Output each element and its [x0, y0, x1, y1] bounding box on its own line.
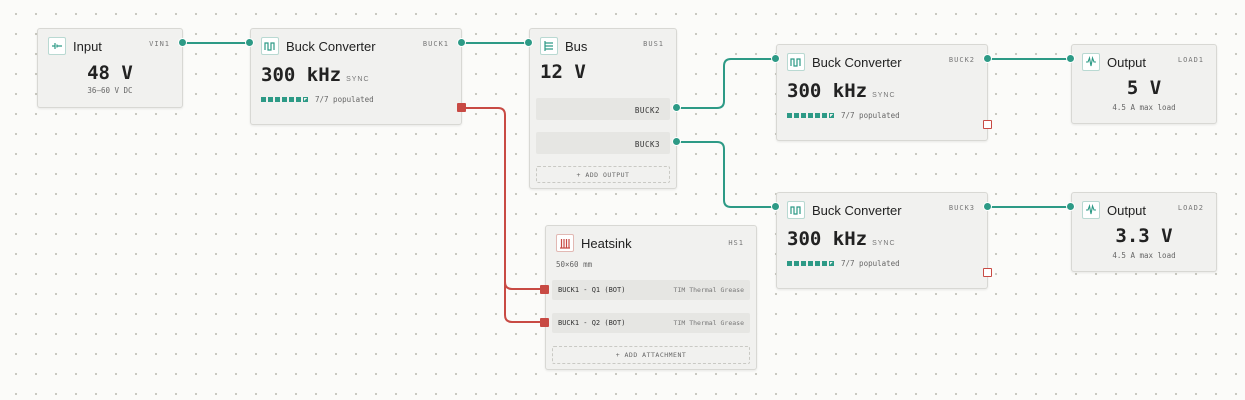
- load2-voltage: 3.3 V: [1115, 225, 1173, 247]
- buck1-ref: BUCK1: [422, 40, 449, 48]
- buck2-input-port[interactable]: [771, 54, 780, 63]
- attachment-part: BUCK1 - Q1 (BOT): [558, 286, 626, 294]
- vin1-output-port[interactable]: [178, 38, 187, 47]
- load2-input-port[interactable]: [1066, 202, 1075, 211]
- input-title: Input: [73, 38, 102, 54]
- buck3-frequency: 300 kHz SYNC: [787, 228, 896, 250]
- wire-thermal-q2: [504, 282, 545, 323]
- buck3-mode: SYNC: [872, 240, 896, 247]
- buck1-output-port[interactable]: [457, 38, 466, 47]
- load-waveform-icon: [1082, 53, 1100, 71]
- buck2-mode: SYNC: [872, 92, 896, 99]
- heatsink-attachment-q2[interactable]: BUCK1 - Q2 (BOT) TIM Thermal Grease: [552, 313, 750, 333]
- bus-output-label: BUCK3: [634, 140, 660, 149]
- buck1-title: Buck Converter: [286, 38, 376, 54]
- buck2-frequency: 300 kHz SYNC: [787, 80, 896, 102]
- load-waveform-icon: [1082, 201, 1100, 219]
- heatsink-attachment-q1[interactable]: BUCK1 - Q1 (BOT) TIM Thermal Grease: [552, 280, 750, 300]
- load2-node[interactable]: Output LOAD2 3.3 V 4.5 A max load: [1071, 192, 1217, 272]
- input-voltage: 48 V: [87, 62, 133, 84]
- load1-title: Output: [1107, 54, 1147, 70]
- wire-bus-buck3: [677, 141, 776, 208]
- buck2-node[interactable]: Buck Converter BUCK2 300 kHz SYNC 7/7 pop…: [776, 44, 988, 141]
- dc-source-icon: [48, 37, 66, 55]
- load1-input-port[interactable]: [1066, 54, 1075, 63]
- load1-max-load: 4.5 A max load: [1112, 103, 1176, 112]
- buck3-ref: BUCK3: [948, 204, 975, 212]
- load1-ref: LOAD1: [1177, 56, 1204, 64]
- buck1-frequency: 300 kHz SYNC: [261, 64, 370, 86]
- heatsink-icon: [556, 234, 574, 252]
- bus-title: Bus: [565, 38, 588, 54]
- input-range: 36–60 V DC: [87, 86, 133, 95]
- attachment-part: BUCK1 - Q2 (BOT): [558, 319, 626, 327]
- buck3-populated: 7/7 populated: [787, 259, 900, 268]
- buck2-populated: 7/7 populated: [787, 111, 900, 120]
- switching-waveform-icon: [787, 201, 805, 219]
- bus-output-row-buck2[interactable]: BUCK2: [536, 98, 670, 120]
- buck2-title: Buck Converter: [812, 54, 902, 70]
- buck1-thermal-port[interactable]: [457, 103, 466, 112]
- attachment-tim: TIM Thermal Grease: [673, 286, 744, 294]
- bus-buck2-port[interactable]: [672, 103, 681, 112]
- heatsink-node[interactable]: Heatsink HS1 50×60 mm BUCK1 - Q1 (BOT) T…: [545, 225, 757, 370]
- load1-voltage: 5 V: [1126, 77, 1162, 99]
- bus-buck3-port[interactable]: [672, 137, 681, 146]
- heatsink-thermal-port-q1[interactable]: [540, 285, 549, 294]
- bus-input-port[interactable]: [524, 38, 533, 47]
- buck1-mode: SYNC: [346, 76, 370, 83]
- switching-waveform-icon: [261, 37, 279, 55]
- heatsink-title: Heatsink: [581, 235, 632, 251]
- buck2-ref: BUCK2: [948, 56, 975, 64]
- bus-node[interactable]: Bus BUS1 12 V BUCK2 BUCK3 + ADD OUTPUT: [529, 28, 677, 189]
- attachment-tim: TIM Thermal Grease: [673, 319, 744, 327]
- bus-output-row-buck3[interactable]: BUCK3: [536, 132, 670, 154]
- bus-output-label: BUCK2: [634, 106, 660, 115]
- load2-ref: LOAD2: [1177, 204, 1204, 212]
- load2-max-load: 4.5 A max load: [1112, 251, 1176, 260]
- input-node[interactable]: Input VIN1 48 V 36–60 V DC: [37, 28, 183, 108]
- buck1-populated: 7/7 populated: [261, 95, 374, 104]
- buck3-input-port[interactable]: [771, 202, 780, 211]
- add-attachment-button[interactable]: + ADD ATTACHMENT: [552, 346, 750, 364]
- switching-waveform-icon: [787, 53, 805, 71]
- buck3-output-port[interactable]: [983, 202, 992, 211]
- heatsink-thermal-port-q2[interactable]: [540, 318, 549, 327]
- buck1-input-port[interactable]: [245, 38, 254, 47]
- heatsink-size: 50×60 mm: [556, 260, 593, 269]
- heatsink-ref: HS1: [728, 239, 744, 247]
- bus-ref: BUS1: [643, 40, 664, 48]
- add-output-button[interactable]: + ADD OUTPUT: [536, 166, 670, 183]
- buck1-node[interactable]: Buck Converter BUCK1 300 kHz SYNC 7/7 pop…: [250, 28, 462, 125]
- buck3-node[interactable]: Buck Converter BUCK3 300 kHz SYNC 7/7 pop…: [776, 192, 988, 289]
- buck3-thermal-port[interactable]: [983, 268, 992, 277]
- buck2-thermal-port[interactable]: [983, 120, 992, 129]
- buck2-output-port[interactable]: [983, 54, 992, 63]
- load1-node[interactable]: Output LOAD1 5 V 4.5 A max load: [1071, 44, 1217, 124]
- bus-rail-icon: [540, 37, 558, 55]
- input-ref: VIN1: [149, 40, 170, 48]
- buck3-title: Buck Converter: [812, 202, 902, 218]
- load2-title: Output: [1107, 202, 1147, 218]
- wire-bus-buck2: [677, 58, 776, 109]
- bus-voltage: 12 V: [540, 61, 586, 83]
